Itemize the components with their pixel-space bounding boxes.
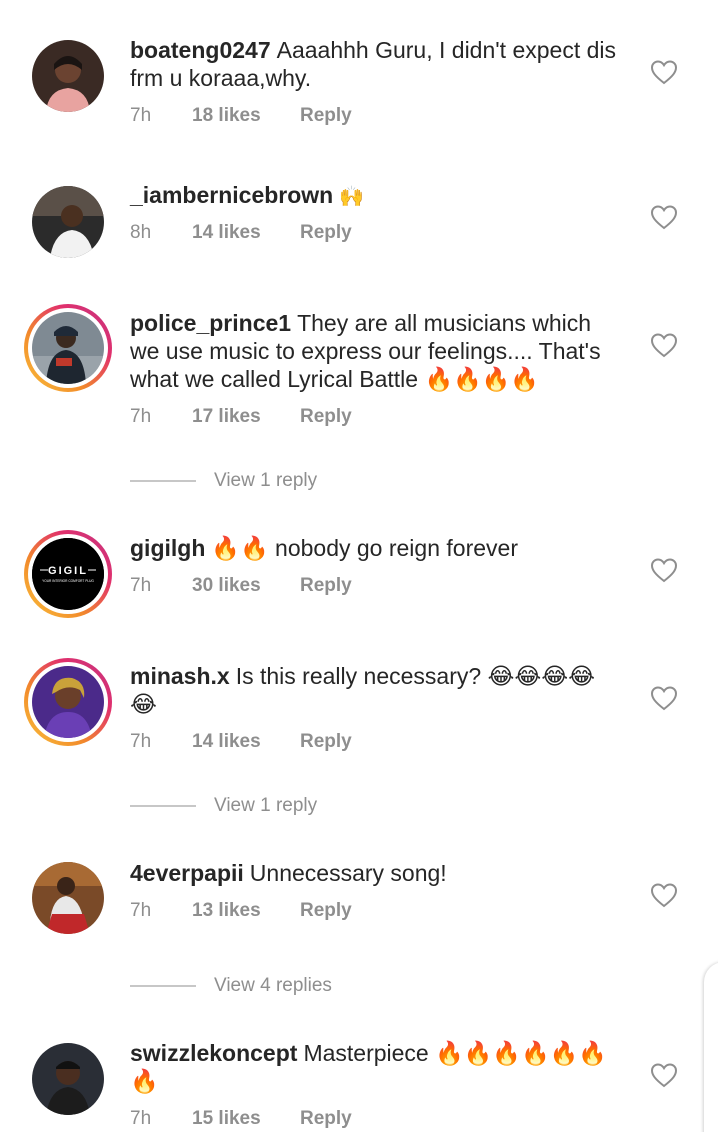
comment-meta: 7h 17 likes Reply [130, 406, 352, 428]
reply-button[interactable]: Reply [300, 1108, 352, 1130]
reply-button[interactable]: Reply [300, 575, 352, 597]
comment-body-line2: 😂 [130, 691, 157, 717]
heart-outline-icon[interactable] [650, 332, 678, 358]
overlay-card-edge [704, 962, 718, 1132]
avatar[interactable] [32, 40, 104, 112]
comment-text: gigilgh 🔥🔥 nobody go reign forever [130, 534, 630, 562]
comment-username[interactable]: gigilgh [130, 535, 205, 561]
avatar[interactable] [32, 862, 104, 934]
comment-likes[interactable]: 14 likes [192, 222, 300, 244]
comment-time: 7h [130, 406, 152, 427]
avatar[interactable] [24, 304, 112, 392]
comment-meta: 7h 15 likes Reply [130, 1108, 352, 1130]
comment-body-line2: we use music to express our feelings....… [130, 338, 601, 364]
comment-body: Masterpiece 🔥🔥🔥🔥🔥🔥 [303, 1040, 607, 1066]
comment-likes[interactable]: 15 likes [192, 1108, 300, 1130]
comment-text: _iambernicebrown 🙌 [130, 181, 630, 211]
comment-likes[interactable]: 17 likes [192, 406, 300, 428]
divider [130, 805, 196, 807]
comment-time: 7h [130, 575, 152, 596]
heart-outline-icon[interactable] [650, 1062, 678, 1088]
comment-meta: 7h 30 likes Reply [130, 575, 352, 597]
avatar[interactable] [32, 1043, 104, 1115]
view-replies-button[interactable]: View 1 reply [130, 794, 317, 818]
comment-meta: 7h 14 likes Reply [130, 731, 352, 753]
reply-button[interactable]: Reply [300, 731, 352, 753]
view-replies-label[interactable]: View 4 replies [214, 975, 332, 997]
divider [130, 480, 196, 482]
comment-body: Unnecessary song! [249, 860, 447, 886]
comment-meta: 7h 18 likes Reply [130, 105, 352, 127]
reply-button[interactable]: Reply [300, 222, 352, 244]
comment-likes[interactable]: 14 likes [192, 731, 300, 753]
comment-meta: 7h 13 likes Reply [130, 900, 352, 922]
comment-username[interactable]: swizzlekoncept [130, 1040, 297, 1066]
reply-button[interactable]: Reply [300, 900, 352, 922]
avatar-logo-subtext: YOUR INTERIOR COMFORT PLUG [42, 579, 94, 583]
comment-body: They are all musicians which [297, 310, 592, 336]
comment-body: 🙌 [339, 186, 365, 208]
divider [130, 985, 196, 987]
comment-text: boateng0247 Aaaahhh Guru, I didn't expect… [130, 36, 630, 92]
heart-outline-icon[interactable] [650, 557, 678, 583]
view-replies-label[interactable]: View 1 reply [214, 795, 317, 817]
comment-time: 7h [130, 105, 152, 126]
heart-outline-icon[interactable] [650, 685, 678, 711]
comment-text: swizzlekoncept Masterpiece 🔥🔥🔥🔥🔥🔥 🔥 [130, 1039, 630, 1095]
comment-body: Aaaahhh Guru, I didn't expect dis [276, 37, 616, 63]
view-replies-button[interactable]: View 4 replies [130, 974, 332, 998]
reply-button[interactable]: Reply [300, 105, 352, 127]
view-replies-label[interactable]: View 1 reply [214, 470, 317, 492]
comment-username[interactable]: police_prince1 [130, 310, 291, 336]
comment-likes[interactable]: 30 likes [192, 575, 300, 597]
comment-username[interactable]: boateng0247 [130, 37, 271, 63]
avatar[interactable]: GIGIL YOUR INTERIOR COMFORT PLUG [24, 530, 112, 618]
comment-body: Is this really necessary? 😂😂😂😂 [235, 663, 596, 689]
comment-likes[interactable]: 18 likes [192, 105, 300, 127]
comment-time: 8h [130, 222, 152, 243]
reply-button[interactable]: Reply [300, 406, 352, 428]
comment-username[interactable]: minash.x [130, 663, 230, 689]
avatar[interactable] [32, 186, 104, 258]
comment-body-line2: frm u koraaa,why. [130, 65, 312, 91]
comment-time: 7h [130, 1108, 152, 1129]
comment-text: police_prince1 They are all musicians whi… [130, 309, 630, 393]
heart-outline-icon[interactable] [650, 59, 678, 85]
comment-text: 4everpapii Unnecessary song! [130, 859, 630, 887]
avatar[interactable] [24, 658, 112, 746]
heart-outline-icon[interactable] [650, 204, 678, 230]
comment-username[interactable]: _iambernicebrown [130, 182, 333, 208]
avatar-logo-text: GIGIL [48, 565, 88, 577]
comment-body: 🔥🔥 nobody go reign forever [211, 535, 518, 561]
comment-body-line3: what we called Lyrical Battle 🔥🔥🔥🔥 [130, 366, 540, 392]
comment-text: minash.x Is this really necessary? 😂😂😂😂 😂 [130, 662, 630, 718]
comment-time: 7h [130, 900, 152, 921]
comment-body-line2: 🔥 [130, 1068, 159, 1094]
comment-username[interactable]: 4everpapii [130, 860, 244, 886]
comment-likes[interactable]: 13 likes [192, 900, 300, 922]
view-replies-button[interactable]: View 1 reply [130, 469, 317, 493]
comment-time: 7h [130, 731, 152, 752]
heart-outline-icon[interactable] [650, 882, 678, 908]
comment-meta: 8h 14 likes Reply [130, 222, 352, 244]
